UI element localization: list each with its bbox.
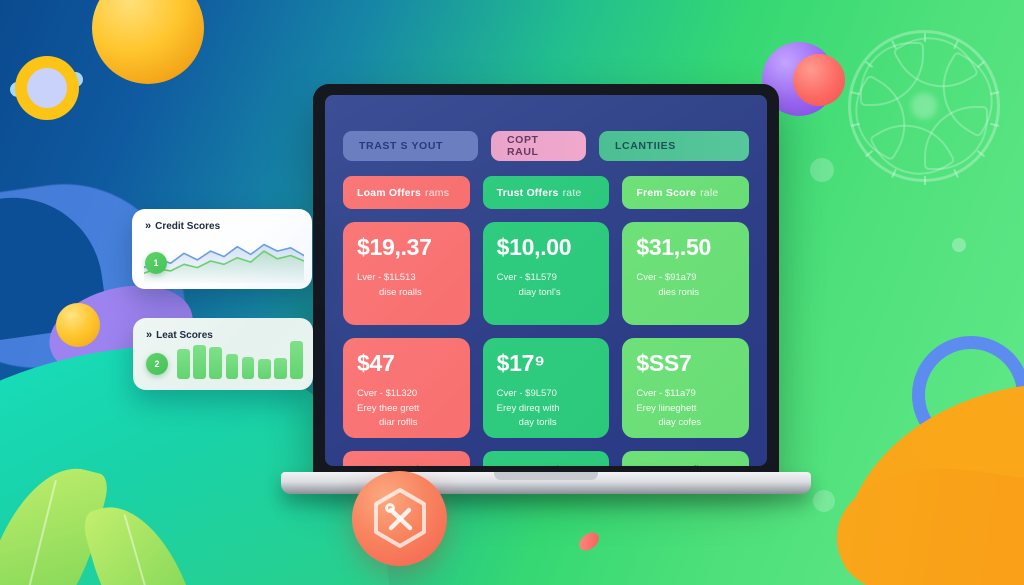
- price-detail-line-3: dise roalls: [379, 286, 422, 298]
- price-detail-line-3: dies ronis: [658, 286, 699, 298]
- column-header-row: Loam Offers rams Trust Offers rate Frem …: [343, 176, 749, 209]
- cta-label: Corn oflon: [660, 464, 710, 466]
- yellow-sphere-decoration: [92, 0, 204, 84]
- price-card-row-2: $47 Cver - $1L320 Erey thee grett diar r…: [343, 338, 749, 438]
- column-header-loam-offers: Loam Offers rams: [343, 176, 470, 209]
- tab-label: TRAST S YOUT: [359, 140, 444, 152]
- small-yellow-sphere-decoration: [56, 303, 100, 347]
- price-card[interactable]: $19,.37 Lver - $1L513 dise roalls: [343, 222, 470, 325]
- bar-3: [209, 347, 223, 379]
- laptop-lid: TRAST S YOUT COPT RAUL LCANTIIES Loam Of…: [313, 84, 779, 476]
- dashboard-ui: TRAST S YOUT COPT RAUL LCANTIIES Loam Of…: [325, 95, 767, 466]
- tab-trast-s-yout[interactable]: TRAST S YOUT: [343, 131, 478, 161]
- price-card[interactable]: $10,.00 Cver - $1L579 diay tonl's: [482, 222, 610, 325]
- price-card[interactable]: $47 Cver - $1L320 Erey thee grett diar r…: [343, 338, 470, 438]
- cta-button-compaion[interactable]: Compaion: [343, 451, 470, 466]
- hexagon-tools-icon: [352, 471, 447, 566]
- pinwheel-tick: [924, 176, 926, 185]
- pinwheel-tick: [976, 60, 986, 69]
- price-detail-line-1: Cver - $9L570: [496, 388, 557, 399]
- pinwheel-tick: [891, 168, 897, 178]
- header-dim: rale: [700, 186, 719, 199]
- column-header-trust-offers: Trust Offers rate: [482, 176, 610, 209]
- price-amount: $SS7: [636, 350, 692, 376]
- price-amount: $10,.00: [496, 234, 572, 260]
- coral-sphere-decoration: [793, 54, 845, 106]
- yellow-ring-decoration: [15, 56, 79, 120]
- credit-scores-line-chart: [144, 243, 304, 283]
- column-header-frem-score: Frem Score rale: [622, 176, 749, 209]
- price-card[interactable]: $31,.50 Cver - $91a79 dies ronis: [622, 222, 749, 325]
- header-dim: rams: [425, 186, 450, 199]
- tab-lcantiies[interactable]: LCANTIIES: [599, 131, 749, 161]
- price-detail-line-1: Cver - $11a79: [636, 388, 696, 399]
- price-detail-line-3: day torils: [518, 417, 557, 429]
- chevrons-right-icon: »: [145, 220, 151, 232]
- price-detail-line-1: Lver - $1L513: [357, 272, 416, 283]
- tab-copt-raul[interactable]: COPT RAUL: [491, 131, 586, 161]
- bar-6: [257, 359, 271, 379]
- floating-card-title-row: » Credit Scores: [145, 220, 299, 232]
- price-detail-line-2: Erey direq with: [496, 402, 560, 414]
- header-strong: Loam Offers: [357, 186, 422, 199]
- laptop-device: TRAST S YOUT COPT RAUL LCANTIIES Loam Of…: [281, 84, 811, 494]
- price-detail-line-1: Cver - $91a79: [636, 272, 697, 283]
- price-detail-line-3: diay cofes: [658, 417, 702, 429]
- floating-card-title: Credit Scores: [155, 220, 221, 232]
- bar-1: [177, 348, 190, 379]
- bar-5: [241, 356, 255, 379]
- cta-label: Conrasion: [521, 464, 571, 466]
- laptop-screen: TRAST S YOUT COPT RAUL LCANTIIES Loam Of…: [325, 95, 767, 466]
- pinwheel-icon: [836, 18, 1012, 194]
- bar-4: [225, 354, 239, 379]
- cta-button-row: Compaion Conrasion Corn oflon: [343, 451, 749, 466]
- pinwheel-hub: [911, 93, 937, 119]
- bar-2: [193, 345, 206, 379]
- cta-button-corn-oflon[interactable]: Corn oflon: [622, 451, 749, 466]
- tools-glyph: [373, 487, 426, 548]
- price-detail-line-2: Erey thee grett: [357, 402, 420, 414]
- pinwheel-tick: [990, 122, 1000, 127]
- header-strong: Trust Offers: [496, 186, 559, 199]
- cta-button-conrasion[interactable]: Conrasion: [482, 451, 610, 466]
- pinwheel-tick: [864, 149, 874, 158]
- leat-scores-bar-chart: [177, 339, 303, 379]
- orange-ribbon-lower-decoration: [830, 453, 1024, 585]
- floating-card-leat-scores[interactable]: » Leat Scores 2: [133, 318, 313, 390]
- price-card[interactable]: $17⁹ Cver - $9L570 Erey direq with day t…: [482, 338, 610, 438]
- soft-dot-decoration-c: [952, 238, 966, 252]
- price-card-row-1: $19,.37 Lver - $1L513 dise roalls $10,.0…: [343, 222, 749, 325]
- soft-dot-decoration-b: [813, 490, 835, 512]
- tab-label: COPT RAUL: [507, 134, 539, 158]
- soft-dot-decoration-a: [810, 158, 834, 182]
- price-detail-line-1: Cver - $1L579: [496, 272, 557, 283]
- bar-8: [290, 340, 303, 379]
- floating-card-badge: 2: [146, 353, 168, 375]
- floating-card-credit-scores[interactable]: » Credit Scores 1: [132, 209, 312, 289]
- price-detail-line-2: Erey liineghett: [636, 402, 697, 414]
- header-strong: Frem Score: [636, 186, 697, 199]
- price-amount: $31,.50: [636, 234, 711, 260]
- pinwheel-tick: [953, 168, 959, 178]
- tab-bar: TRAST S YOUT COPT RAUL LCANTIIES: [343, 131, 749, 161]
- header-dim: rate: [562, 186, 582, 199]
- chevrons-right-icon: »: [146, 329, 152, 341]
- floating-card-badge: 1: [145, 252, 167, 274]
- price-card[interactable]: $SS7 Cver - $11a79 Erey liineghett diay …: [622, 338, 749, 438]
- price-amount: $47: [357, 350, 395, 376]
- laptop-trackpad-notch: [494, 472, 598, 480]
- price-amount: $17⁹: [496, 350, 545, 376]
- price-detail-line-3: diar roflls: [379, 417, 418, 429]
- price-detail-line-1: Cver - $1L320: [357, 388, 418, 399]
- price-amount: $19,.37: [357, 234, 432, 260]
- cta-label: Compaion: [382, 464, 431, 466]
- coral-seed-decoration: [575, 528, 603, 555]
- tab-label: LCANTIIES: [615, 140, 676, 152]
- bar-7: [274, 358, 287, 379]
- price-detail-line-3: diay tonl's: [518, 286, 561, 298]
- pinwheel-tick: [990, 91, 1000, 96]
- pinwheel-tick: [924, 33, 926, 42]
- pinwheel-tick: [976, 149, 986, 158]
